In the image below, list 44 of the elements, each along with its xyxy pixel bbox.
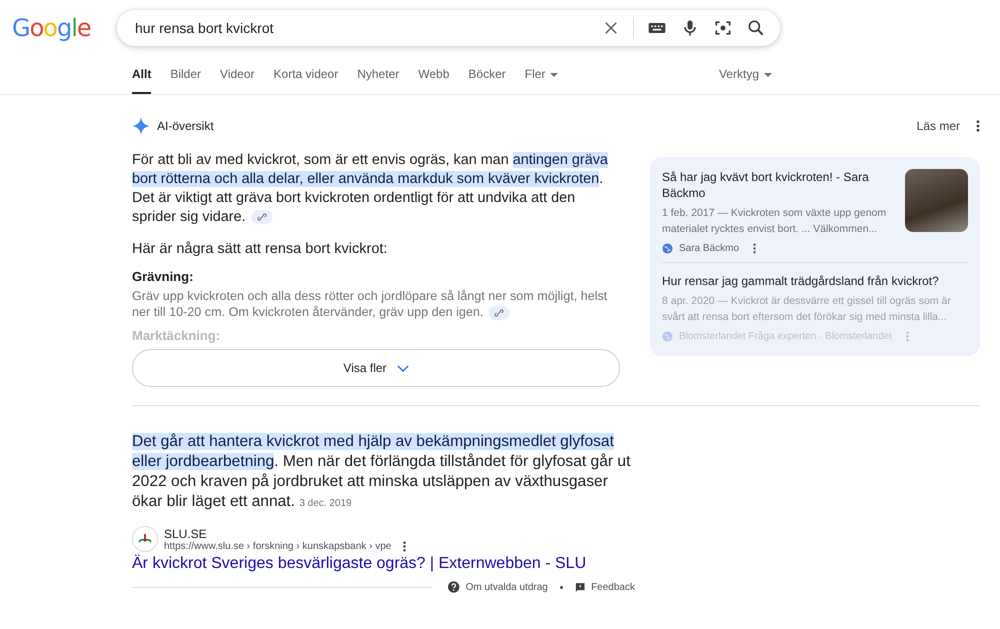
featured-snippet-text: Det går att hantera kvickrot med hjälp av bekämpningsmedlet glyfosat eller jordbearbetning. Men när det förlängda tillståndet för glyfosat går ut 2022 och kraven på jordbruket att minska utsläppen av växthusgaser ökar blir läget ett annat. 3 dec. 2019 [132, 432, 632, 512]
ai-overview-heading: Här är några sätt att rensa bort kvickrot: [132, 241, 388, 257]
tab[interactable]: Korta videor [274, 56, 338, 94]
site-logo-icon [132, 526, 158, 552]
globe-icon [662, 243, 673, 254]
section-text: Gräv upp kvickroten och alla dess rötter och jordlöpare så långt ner som möjligt, helst ner till 10-20 cm. Om kvickroten återvänder, gräv upp den igen. [132, 288, 608, 320]
site-url: https://www.slu.se › forskning › kunskapsbank › vpe [164, 540, 392, 552]
chevron-down-icon [396, 364, 409, 372]
source-title-link[interactable]: Hur rensar jag gammalt trädgårdsland från kvickrot? [662, 273, 968, 289]
about-snippets-link[interactable]: Om utvalda utdrag [466, 582, 548, 592]
tab[interactable]: Böcker [468, 56, 506, 94]
result-title-link[interactable]: Är kvickrot Sveriges besvärligaste ogräs? | Externwebben - SLU [132, 555, 632, 573]
tools-button[interactable]: Verktyg [718, 56, 772, 94]
read-more-link[interactable]: Läs mer [916, 119, 960, 133]
caret-icon [764, 72, 772, 76]
tab[interactable]: Bilder [170, 56, 202, 94]
feedback-icon[interactable] [574, 582, 586, 592]
source-site-name: Sara Bäckmo [679, 243, 740, 254]
search-icon[interactable] [746, 18, 766, 38]
site-name: SLU.SE [164, 526, 208, 540]
more-options-icon[interactable] [753, 243, 756, 254]
search-field[interactable]: hur rensa bort kvickrot [133, 19, 589, 37]
sparkle-icon [132, 117, 150, 135]
more-options-icon[interactable] [976, 120, 980, 132]
source-snippet: 8 apr. 2020 — Kvickrot är dessvärre ett gissel till ogräs som är svårt att rensa bort eftersom det förökar sig med minsta lilla... [662, 294, 952, 325]
tab[interactable]: Fler [524, 56, 558, 94]
link-icon[interactable] [488, 306, 510, 320]
ai-overview-paragraph: För att bli av med kvickrot, som är ett envis ogräs, kan man antingen gräva bort rötterna och alla delar, eller använda markduk som kväver kvickroten. Det är viktigt att gräva bort kvickroten ordentligt för att undvika att den sprider sig vidare. [132, 151, 609, 227]
ai-overview-title: AI-översikt [157, 119, 214, 133]
separator-dot [560, 586, 563, 588]
tab[interactable]: Webb [418, 56, 450, 94]
tab[interactable]: Videor [220, 56, 255, 94]
tab[interactable]: Nyheter [357, 56, 400, 94]
help-icon[interactable] [448, 581, 460, 593]
google-logo[interactable]: Google [12, 14, 117, 42]
section-title: Marktäckning: [132, 328, 222, 343]
source-title-link[interactable]: Så har jag kvävt bort kvickroten! - Sara Bäckmo [662, 169, 897, 201]
more-options-icon[interactable] [403, 540, 406, 552]
show-more-button[interactable]: Visa fler [132, 349, 620, 387]
feedback-link[interactable]: Feedback [591, 582, 635, 592]
link-icon[interactable] [250, 210, 273, 224]
globe-icon [662, 331, 673, 342]
section-title: Grävning: [132, 269, 194, 284]
source-snippet: 1 feb. 2017 — Kvickroten som växte upp genom materialet rycktes envist bort. ... Välkommen... [662, 206, 888, 237]
